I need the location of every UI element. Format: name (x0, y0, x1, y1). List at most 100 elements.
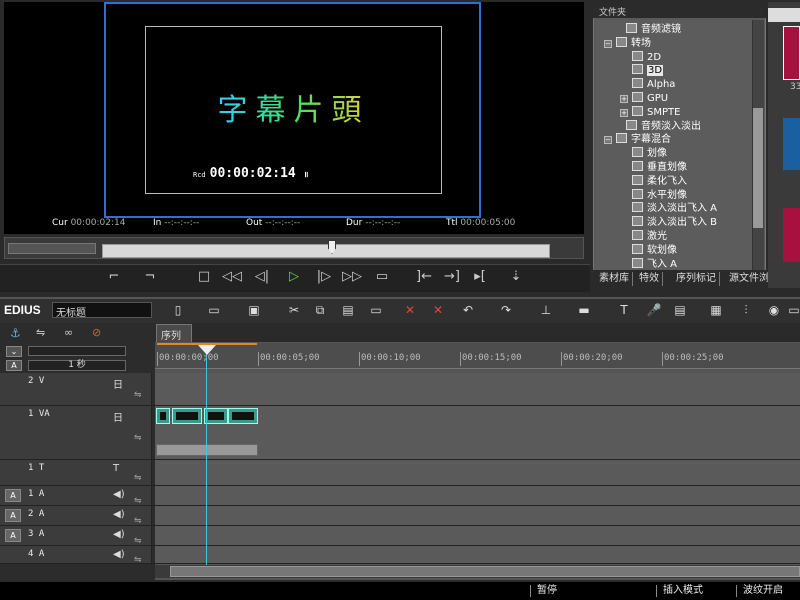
next-edit-icon[interactable]: →] (442, 268, 462, 286)
sync-icon[interactable]: ⇋ (134, 473, 142, 483)
fast-forward-icon[interactable]: ▷▷ (342, 268, 362, 286)
track-header[interactable]: 3 A A ◀) ⇋ (0, 526, 152, 546)
save-icon[interactable]: ▣ (246, 302, 262, 318)
track-header[interactable]: 4 A ◀) ⇋ (0, 546, 152, 565)
title-tool-icon[interactable]: T (616, 302, 632, 318)
project-name-field[interactable]: 无标题 (52, 302, 152, 319)
zoom-scale-select[interactable]: 1 秒 (28, 360, 126, 371)
shuttle-slider[interactable] (8, 243, 96, 254)
track-lane[interactable] (155, 373, 800, 405)
position-slider[interactable] (102, 244, 550, 258)
track-lock-icon[interactable]: A (5, 529, 21, 542)
timeline-scroll-thumb[interactable] (170, 566, 800, 577)
sync-icon[interactable]: ⇋ (36, 326, 45, 339)
tab-effects[interactable]: 特效 (636, 272, 663, 286)
ripple-delete-icon[interactable]: ✕ (430, 302, 446, 318)
tree-scroll-thumb[interactable] (753, 108, 763, 228)
speaker-icon[interactable]: ◀) (113, 509, 125, 520)
copy-icon[interactable]: ⧉ (312, 302, 328, 318)
tab-sequence-1[interactable]: 序列1 (156, 324, 192, 353)
paste-icon[interactable]: ▤ (340, 302, 356, 318)
clip-2[interactable] (172, 408, 202, 424)
clip-icon[interactable]: ▭ (368, 302, 384, 318)
table-icon[interactable]: ▦ (708, 302, 724, 318)
tree-item[interactable]: − 转场 (604, 36, 651, 50)
tree-item[interactable]: + GPU (620, 92, 668, 105)
tree-item[interactable]: 水平划像 (632, 188, 687, 202)
speaker-icon[interactable]: ◀) (113, 489, 125, 500)
track-tool-icon[interactable]: ⚓ (10, 326, 21, 340)
step-back-icon[interactable]: ◁| (252, 268, 272, 286)
tree-item[interactable]: 激光 (632, 230, 667, 243)
sync-icon[interactable]: ⇋ (134, 536, 142, 546)
set-in-icon[interactable]: ⌐ (104, 268, 124, 286)
expand-toggle-icon[interactable]: − (604, 39, 612, 48)
tree-item[interactable]: + SMPTE (620, 105, 680, 119)
thumbnail-3[interactable] (783, 208, 800, 262)
rewind-icon[interactable]: ◁◁ (222, 268, 242, 286)
track-lane[interactable] (155, 486, 800, 505)
track-header[interactable]: 2 A A ◀) ⇋ (0, 506, 152, 526)
open-folder-icon[interactable]: ▭ (206, 302, 222, 318)
sync-icon[interactable]: ⇋ (134, 433, 142, 443)
track-lane[interactable] (155, 460, 800, 485)
zoom-slider[interactable] (28, 346, 126, 356)
tree-item[interactable]: − 字幕混合 (604, 133, 671, 146)
thumbnail-1[interactable] (783, 26, 800, 80)
redo-icon[interactable]: ↷ (498, 302, 514, 318)
audio-clip[interactable] (156, 444, 258, 456)
snap-off-icon[interactable]: ⊘ (92, 326, 101, 339)
sync-icon[interactable]: ⇋ (134, 496, 142, 506)
link-icon[interactable]: ∞ (64, 326, 73, 339)
collapse-icon[interactable]: ⌄ (6, 346, 22, 357)
more-icon[interactable]: ▭ (786, 302, 800, 318)
prev-edit-icon[interactable]: ]← (414, 268, 434, 286)
sync-icon[interactable]: ⇋ (134, 555, 142, 565)
track-lane[interactable] (155, 506, 800, 525)
track-lane[interactable] (155, 526, 800, 545)
tree-item[interactable]: 飞入 A (632, 257, 677, 270)
expand-toggle-icon[interactable]: + (620, 108, 628, 117)
clip-4[interactable] (228, 408, 258, 424)
tab-sequence-markers[interactable]: 序列标记 (673, 272, 720, 286)
tree-item[interactable]: 音频淡入淡出 (626, 119, 701, 133)
track-header[interactable]: 1 T T ⇋ (0, 460, 152, 485)
undo-icon[interactable]: ↶ (460, 302, 476, 318)
thumbnail-2[interactable] (783, 118, 800, 170)
step-forward-icon[interactable]: |▷ (314, 268, 334, 286)
tree-item[interactable]: 淡入淡出飞入 B (632, 216, 717, 229)
new-file-icon[interactable]: ▯ (170, 302, 186, 318)
tree-item[interactable]: 淡入淡出飞入 A (632, 202, 717, 215)
lock-all-icon[interactable]: A (6, 360, 22, 371)
tab-clip-bin[interactable]: 素材库 (596, 272, 633, 286)
video-track-icon[interactable]: 日 (113, 409, 123, 424)
video-track-icon[interactable]: 日 (113, 376, 123, 391)
color-wheel-icon[interactable]: ◉ (766, 302, 782, 318)
microphone-icon[interactable]: 🎤 (646, 302, 662, 318)
stop-icon[interactable]: □ (194, 268, 214, 286)
tree-item[interactable]: 3D (632, 64, 664, 77)
mixer-icon[interactable]: ⫶ (738, 302, 754, 318)
insert-icon[interactable]: ▸[ (470, 268, 490, 286)
delete-icon[interactable]: ✕ (402, 302, 418, 318)
clip-3[interactable] (204, 408, 228, 424)
expand-toggle-icon[interactable]: − (604, 136, 612, 145)
set-out-icon[interactable]: ¬ (140, 268, 160, 286)
track-lane[interactable] (155, 546, 800, 563)
clip-1[interactable] (156, 408, 170, 424)
play-icon[interactable]: ▷ (284, 268, 304, 286)
output-icon[interactable]: ▤ (672, 302, 688, 318)
expand-toggle-icon[interactable]: + (620, 95, 628, 103)
playhead-line[interactable] (206, 345, 207, 567)
speaker-icon[interactable]: ◀) (113, 529, 125, 540)
tree-item[interactable]: 柔化飞入 (632, 174, 687, 188)
speaker-icon[interactable]: ◀) (113, 549, 125, 560)
tree-item[interactable]: 音频滤镜 (626, 23, 681, 36)
track-header[interactable]: 1 VA 日 ⇋ (0, 406, 152, 459)
loop-icon[interactable]: ▭ (372, 268, 392, 286)
title-track-icon[interactable]: T (113, 463, 119, 474)
sync-icon[interactable]: ⇋ (134, 390, 142, 400)
sync-icon[interactable]: ⇋ (134, 516, 142, 526)
track-lock-icon[interactable]: A (5, 509, 21, 522)
add-marker-icon[interactable]: ⊥ (538, 302, 554, 318)
